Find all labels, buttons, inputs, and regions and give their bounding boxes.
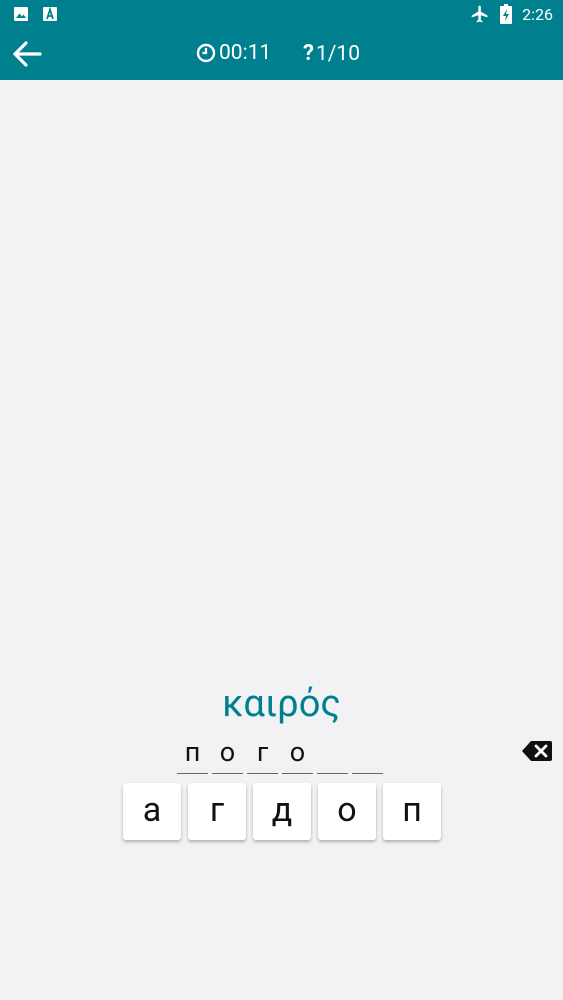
backspace-icon [522,741,552,761]
backspace-button[interactable] [521,740,553,766]
answer-slot: г [247,734,278,774]
letter-key[interactable]: а [123,783,181,840]
airplane-mode-icon [471,5,488,23]
question-word: καιρός [222,682,341,726]
letter-key[interactable]: г [188,783,246,840]
letter-key[interactable]: о [318,783,376,840]
letter-key[interactable]: п [383,783,441,840]
progress-text: 1/10 [315,41,361,66]
answer-slot [317,734,348,774]
answer-slots: п о г о [177,734,383,774]
app-bar: 00:11 ? 1/10 [0,28,563,80]
font-notification-icon [43,6,57,21]
question-progress: ? 1/10 [303,41,360,66]
answer-slot: о [282,734,313,774]
back-button[interactable] [10,38,44,70]
letter-keyboard: а г д о п [123,783,441,840]
answer-slot: о [212,734,243,774]
timer: 00:11 [196,41,271,65]
battery-charging-icon [500,4,513,24]
clock-icon [196,43,216,63]
answer-slot: п [177,734,208,774]
arrow-back-icon [13,41,42,67]
status-bar: 2:26 [0,0,563,28]
timer-text: 00:11 [219,41,272,65]
answer-slot [352,734,383,774]
letter-key[interactable]: д [253,783,311,840]
status-time: 2:26 [522,4,553,24]
question-mark-icon: ? [303,41,314,66]
image-notification-icon [14,7,28,21]
